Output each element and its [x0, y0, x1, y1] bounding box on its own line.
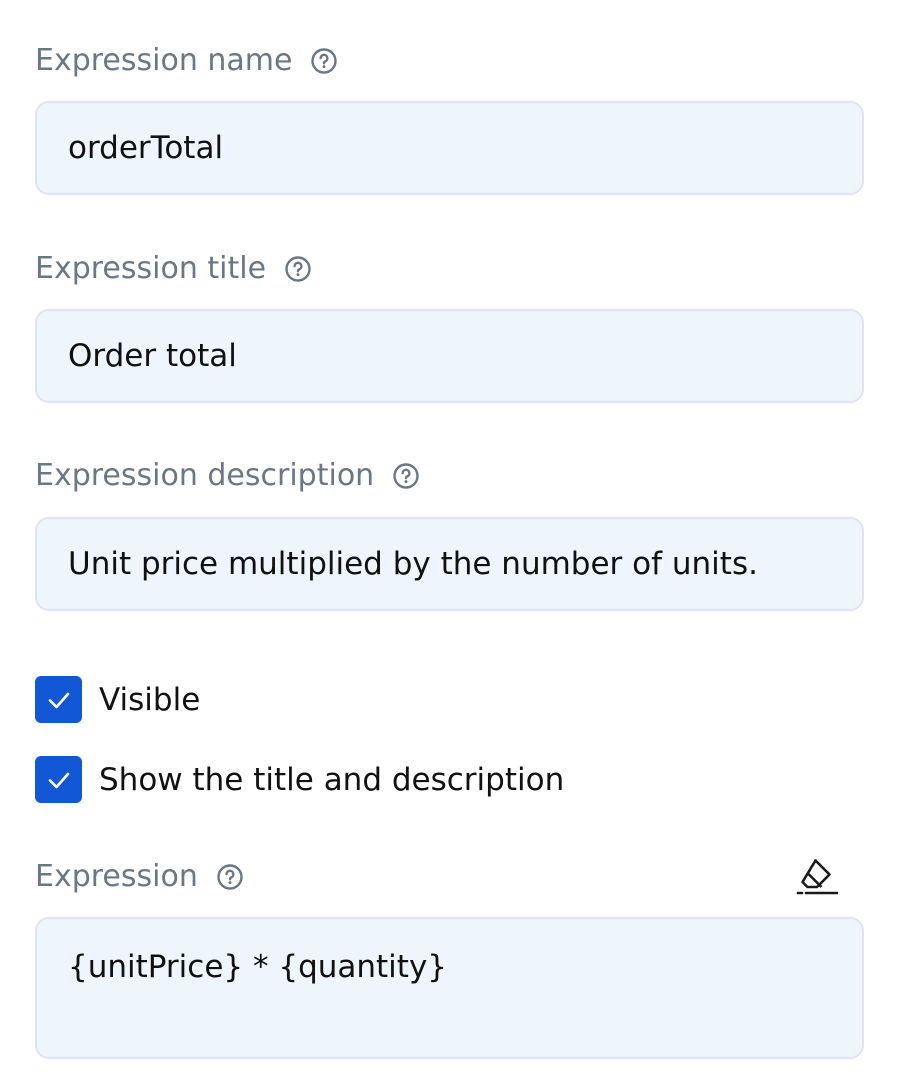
visible-checkbox[interactable] — [35, 676, 82, 723]
expression-name-label: Expression name — [35, 41, 338, 81]
help-icon[interactable] — [284, 255, 312, 283]
expression-label-text: Expression — [35, 859, 198, 894]
expression-textarea[interactable]: {unitPrice} * {quantity} — [35, 917, 864, 1059]
expression-value: {unitPrice} * {quantity} — [68, 949, 448, 985]
help-icon[interactable] — [216, 863, 244, 891]
visible-checkbox-label[interactable]: Visible — [99, 682, 200, 718]
expression-label: Expression — [35, 857, 244, 897]
eraser-icon — [796, 859, 839, 895]
show-title-checkbox-row[interactable]: Show the title and description — [35, 756, 564, 803]
show-title-checkbox-label[interactable]: Show the title and description — [99, 762, 564, 798]
expression-name-input[interactable]: orderTotal — [35, 101, 864, 195]
help-icon[interactable] — [310, 47, 338, 75]
show-title-checkbox[interactable] — [35, 756, 82, 803]
clear-expression-button[interactable] — [795, 856, 841, 898]
checkmark-icon — [48, 692, 69, 708]
expression-title-label-text: Expression title — [35, 251, 267, 286]
checkmark-icon — [48, 772, 69, 788]
expression-description-value: Unit price multiplied by the number of u… — [68, 546, 758, 582]
expression-title-value: Order total — [68, 338, 237, 374]
expression-title-input[interactable]: Order total — [35, 309, 864, 403]
expression-title-label: Expression title — [35, 249, 312, 289]
expression-description-input[interactable]: Unit price multiplied by the number of u… — [35, 517, 864, 611]
expression-name-value: orderTotal — [68, 130, 224, 166]
visible-checkbox-row[interactable]: Visible — [35, 676, 200, 723]
help-icon[interactable] — [392, 462, 420, 490]
expression-description-label: Expression description — [35, 456, 420, 496]
expression-description-label-text: Expression description — [35, 458, 375, 493]
expression-name-label-text: Expression name — [35, 43, 293, 78]
